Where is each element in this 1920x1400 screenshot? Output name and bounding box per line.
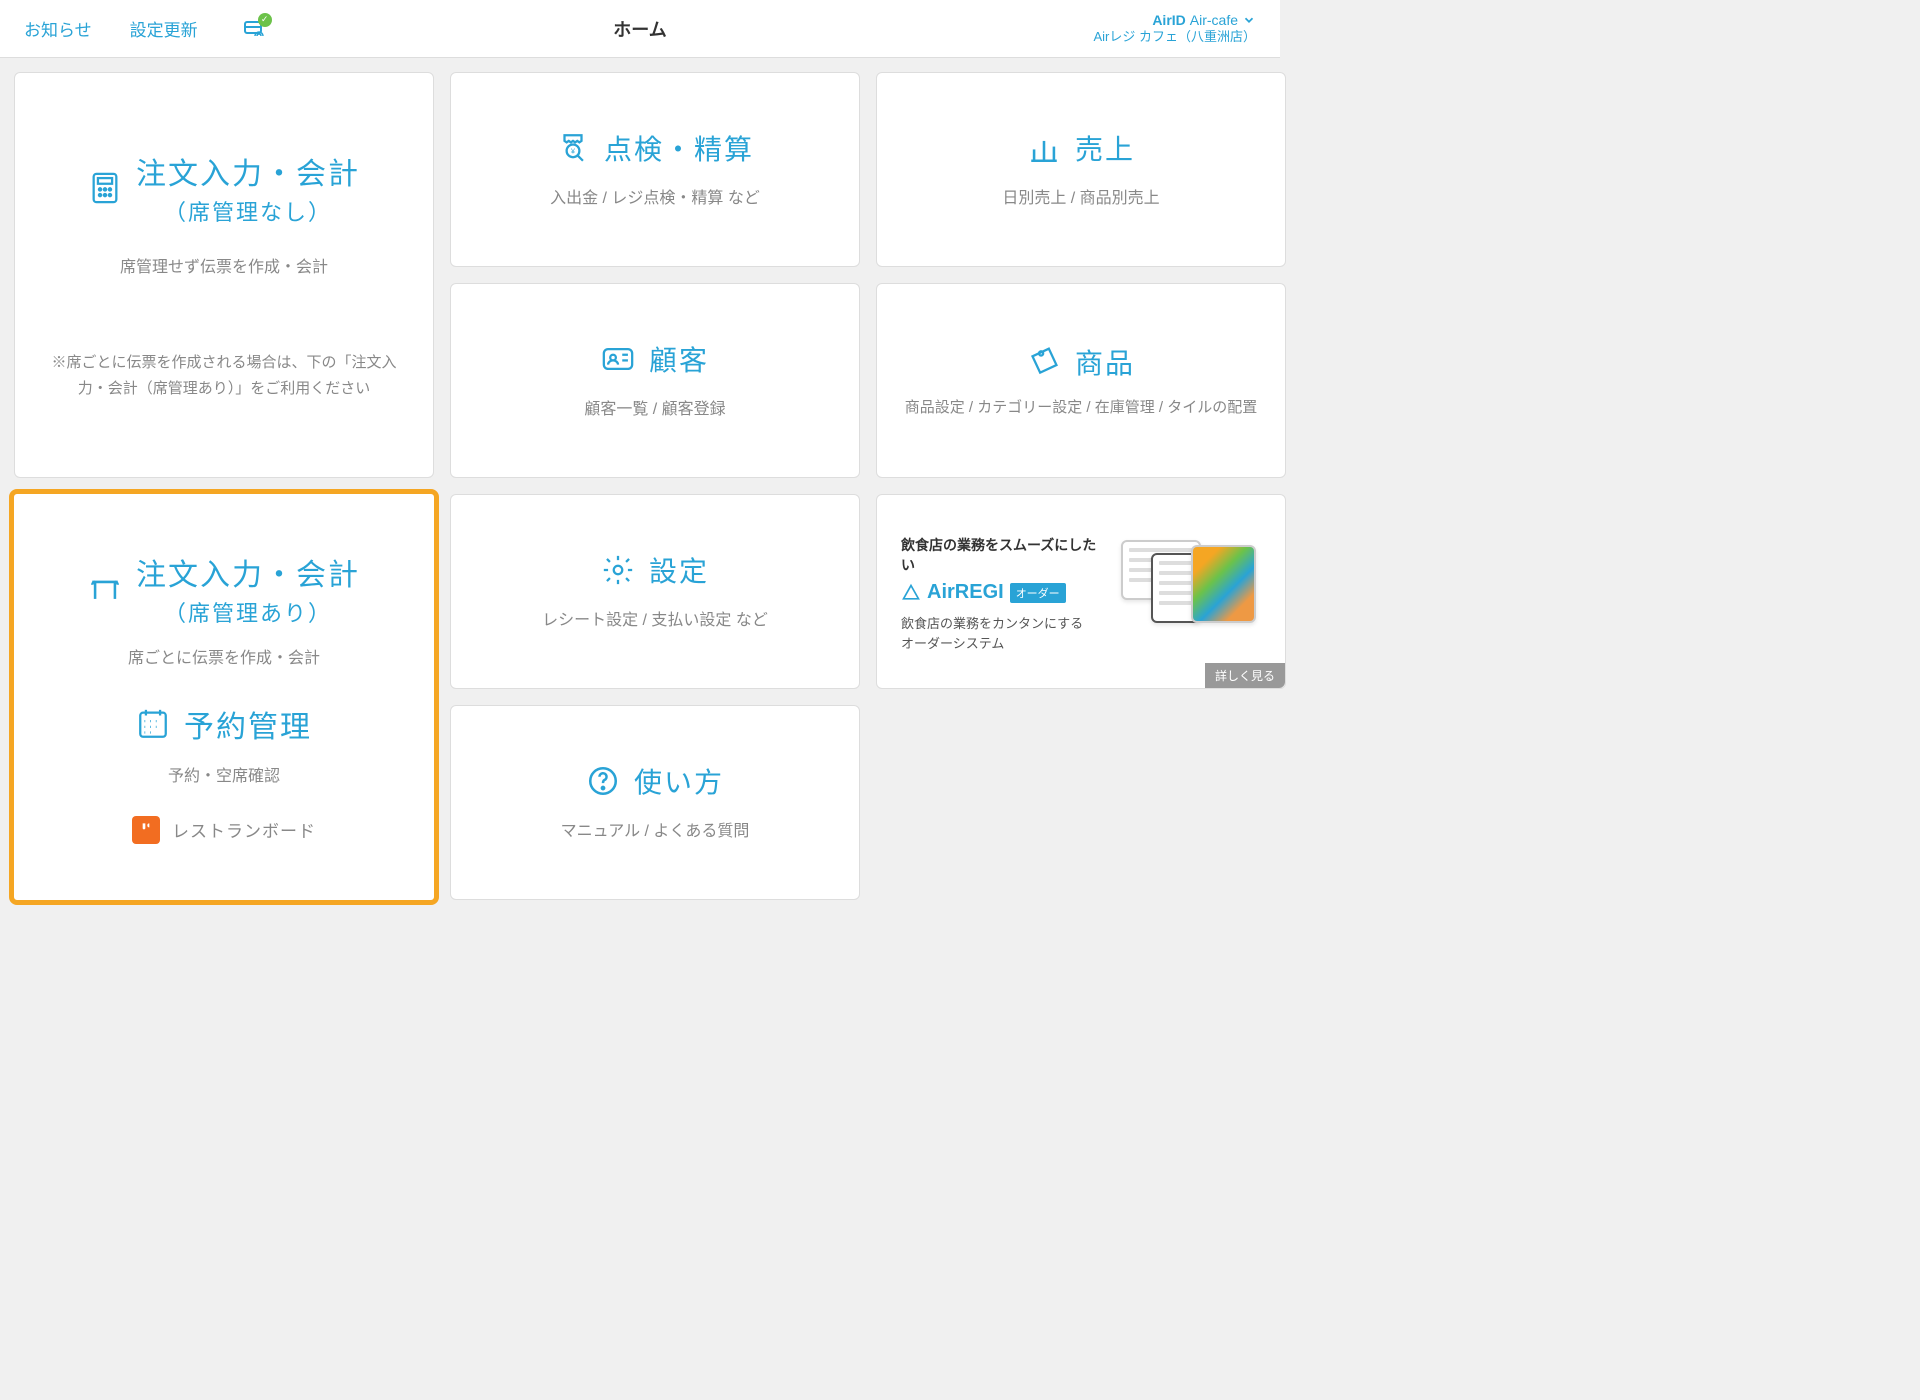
receipt-magnifier-icon: ¥ xyxy=(556,131,590,165)
card-desc: 席ごとに伝票を作成・会計 xyxy=(128,646,320,672)
header-bar: お知らせ 設定更新 ✓ ホーム AirID Air-cafe Airレジ カフェ… xyxy=(0,0,1280,58)
card-desc: 顧客一覧 / 顧客登録 xyxy=(584,397,725,423)
card-sales[interactable]: 売上 日別売上 / 商品別売上 xyxy=(876,72,1286,267)
card-order-no-seat[interactable]: 注文入力・会計 （席管理なし） 席管理せず伝票を作成・会計 ※席ごとに伝票を作成… xyxy=(14,72,434,478)
card-desc: 日別売上 / 商品別売上 xyxy=(1002,186,1159,212)
card-settings[interactable]: 設定 レシート設定 / 支払い設定 など xyxy=(450,494,860,689)
card-customer[interactable]: 顧客 顧客一覧 / 顧客登録 xyxy=(450,283,860,478)
promo-devices-illustration xyxy=(1121,535,1261,625)
reserve-desc: 予約・空席確認 xyxy=(168,764,280,790)
account-cafe: Air-cafe xyxy=(1190,11,1238,29)
help-icon xyxy=(586,764,620,798)
promo-logo: AirREGI オーダー xyxy=(901,581,1109,604)
card-desc: マニュアル / よくある質問 xyxy=(561,819,750,845)
settings-update-link[interactable]: 設定更新 xyxy=(130,16,198,41)
chevron-down-icon xyxy=(1242,13,1256,27)
price-tag-icon xyxy=(1027,345,1061,379)
card-title: 使い方 xyxy=(634,761,724,801)
calendar-icon xyxy=(136,707,170,741)
card-note: ※席ごとに伝票を作成される場合は、下の「注文入力・会計（席管理あり）」をご利用く… xyxy=(35,350,413,401)
card-desc: 商品設定 / カテゴリー設定 / 在庫管理 / タイルの配置 xyxy=(905,396,1258,420)
device-ok-badge: ✓ xyxy=(258,13,272,27)
promo-logo-badge: オーダー xyxy=(1010,583,1066,603)
card-title: 売上 xyxy=(1075,128,1135,168)
card-title: 設定 xyxy=(649,550,709,590)
promo-heading: 飲食店の業務をスムーズにしたい xyxy=(901,535,1109,575)
card-howto[interactable]: 使い方 マニュアル / よくある質問 xyxy=(450,705,860,900)
header-left: お知らせ 設定更新 ✓ xyxy=(24,16,266,41)
promo-desc: 飲食店の業務をカンタンにする オーダーシステム xyxy=(901,614,1109,653)
store-name: Airレジ カフェ（八重洲店） xyxy=(1093,29,1256,46)
device-status-button[interactable]: ✓ xyxy=(242,17,266,41)
card-subtitle: （席管理なし） xyxy=(136,195,360,227)
calculator-icon xyxy=(88,171,122,205)
promo-details-link[interactable]: 詳しく見る xyxy=(1205,663,1285,688)
restaurant-board-label: レストランボード xyxy=(172,817,316,842)
bar-chart-icon xyxy=(1027,131,1061,165)
card-title: 点検・精算 xyxy=(604,128,754,168)
card-title: 顧客 xyxy=(649,339,709,379)
card-desc: 席管理せず伝票を作成・会計 xyxy=(120,255,328,281)
notices-link[interactable]: お知らせ xyxy=(24,16,92,41)
page-title: ホーム xyxy=(613,16,666,42)
reserve-title: 予約管理 xyxy=(184,702,312,746)
home-card-grid: 注文入力・会計 （席管理なし） 席管理せず伝票を作成・会計 ※席ごとに伝票を作成… xyxy=(0,58,1280,914)
gear-icon xyxy=(601,553,635,587)
card-desc: 入出金 / レジ点検・精算 など xyxy=(550,186,760,212)
restaurant-board-row: レストランボード xyxy=(132,816,316,844)
card-title: 注文入力・会計 xyxy=(136,550,360,594)
customer-id-icon xyxy=(601,342,635,376)
restaurant-board-icon xyxy=(132,816,160,844)
table-icon xyxy=(88,572,122,606)
svg-text:¥: ¥ xyxy=(571,147,575,155)
card-promo-airregi-order: 飲食店の業務をスムーズにしたい AirREGI オーダー 飲食店の業務をカンタン… xyxy=(876,494,1286,689)
card-order-with-seat[interactable]: 注文入力・会計 （席管理あり） 席ごとに伝票を作成・会計 予約管理 予約・ xyxy=(9,489,439,905)
card-subtitle: （席管理あり） xyxy=(136,596,360,628)
card-title: 商品 xyxy=(1075,342,1135,382)
card-inspect-settle[interactable]: ¥ 点検・精算 入出金 / レジ点検・精算 など xyxy=(450,72,860,267)
account-id: AirID xyxy=(1152,11,1185,29)
card-desc: レシート設定 / 支払い設定 など xyxy=(542,608,768,634)
triangle-icon xyxy=(901,583,921,603)
promo-logo-text: AirREGI xyxy=(927,581,1004,604)
card-title: 注文入力・会計 xyxy=(136,149,360,193)
account-menu[interactable]: AirID Air-cafe Airレジ カフェ（八重洲店） xyxy=(1093,11,1256,46)
card-products[interactable]: 商品 商品設定 / カテゴリー設定 / 在庫管理 / タイルの配置 xyxy=(876,283,1286,478)
